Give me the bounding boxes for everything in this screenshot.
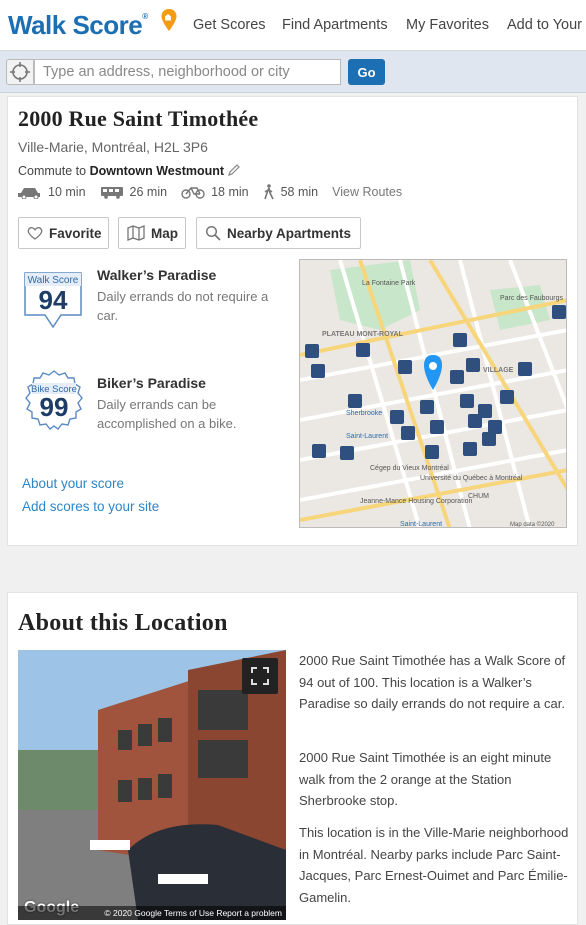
bus-time: 26 min xyxy=(129,185,168,199)
logo-registered: ® xyxy=(142,12,148,21)
map-label-saint-laurent: Saint-Laurent xyxy=(346,433,388,440)
map-canvas[interactable]: La Fontaine Park PLATEAU MONT-ROYAL Parc… xyxy=(300,260,567,528)
crosshair-icon xyxy=(10,62,30,82)
location-pin-icon xyxy=(161,9,177,31)
bike-score-value: 99 xyxy=(40,392,69,422)
about-heading: About this Location xyxy=(18,610,228,636)
commute-modes: 10 min 26 min 18 min 58 min View Routes xyxy=(18,184,402,200)
map-label: Map xyxy=(151,225,178,241)
mode-car[interactable]: 10 min xyxy=(18,185,86,199)
nav-add-to-your-site[interactable]: Add to Your S xyxy=(507,17,586,33)
add-scores-link[interactable]: Add scores to your site xyxy=(22,499,159,514)
nav-get-scores[interactable]: Get Scores xyxy=(193,17,266,33)
map-label-uqam: Université du Québec à Montréal xyxy=(420,475,523,482)
score-card: 2000 Rue Saint Timothée Ville-Marie, Mon… xyxy=(7,96,578,546)
bike-score-description: Daily errands can be accomplished on a b… xyxy=(97,397,237,431)
favorite-button[interactable]: Favorite xyxy=(18,217,109,249)
nearby-apartments-label: Nearby Apartments xyxy=(227,225,352,241)
walk-score-value: 94 xyxy=(39,285,68,315)
walk-time: 58 min xyxy=(280,185,319,199)
bike-score-badge[interactable]: Bike Score 99 xyxy=(22,369,86,435)
commute-target[interactable]: Downtown Westmount xyxy=(90,164,224,178)
map-label-plateau: PLATEAU MONT-ROYAL xyxy=(322,331,404,338)
magnifier-icon xyxy=(205,225,221,241)
heart-icon xyxy=(27,227,43,240)
car-time: 10 min xyxy=(48,185,86,199)
about-paragraph-2: 2000 Rue Saint Timothée is an eight minu… xyxy=(299,750,552,808)
go-button[interactable]: Go xyxy=(348,59,385,85)
about-paragraph-3: This location is in the Ville-Marie neig… xyxy=(299,825,569,905)
map-button[interactable]: Map xyxy=(118,217,186,249)
map-label-village: VILLAGE xyxy=(483,367,514,374)
location-address: Ville-Marie, Montréal, H2L 3P6 xyxy=(18,139,208,155)
view-routes-link[interactable]: View Routes xyxy=(332,185,402,199)
bus-icon xyxy=(100,187,123,199)
walk-score-description: Daily errands do not require a car. xyxy=(97,289,269,323)
address-search-input[interactable] xyxy=(34,59,341,85)
map-label-sherbrooke: Sherbrooke xyxy=(346,410,382,417)
section-gap xyxy=(0,546,586,592)
map-label-jeanne-mance: Jeanne-Mance Housing Corporation xyxy=(360,498,473,505)
car-icon xyxy=(18,188,40,199)
map-attribution: Map data ©2020 xyxy=(510,521,555,528)
top-navigation-bar: Walk Score® Get Scores Find Apartments M… xyxy=(0,0,586,51)
commute-line: Commute to Downtown Westmount xyxy=(18,163,241,178)
expand-icon xyxy=(251,667,269,685)
location-title: 2000 Rue Saint Timothée xyxy=(18,106,259,131)
about-your-score-link[interactable]: About your score xyxy=(22,476,124,491)
about-location-card: About this Location Google © 2020 Google… xyxy=(7,592,578,925)
street-view-footer[interactable]: © 2020 Google Terms of Use Report a prob… xyxy=(18,906,286,920)
logo-text: Walk Score xyxy=(8,10,143,40)
pencil-icon[interactable] xyxy=(227,163,241,177)
expand-street-view-button[interactable] xyxy=(242,658,278,694)
bike-score-heading: Biker’s Paradise xyxy=(97,375,206,391)
commute-prefix: Commute to xyxy=(18,164,90,178)
favorite-label: Favorite xyxy=(49,225,102,241)
map-label-saint-laurent-station: Saint-Laurent xyxy=(400,521,442,528)
location-map[interactable]: La Fontaine Park PLATEAU MONT-ROYAL Parc… xyxy=(299,259,567,528)
map-label-faubourgs: Parc des Faubourgs xyxy=(500,295,564,302)
map-label-lafontaine: La Fontaine Park xyxy=(362,280,416,287)
map-icon xyxy=(127,225,145,241)
walk-score-logo[interactable]: Walk Score® xyxy=(8,10,148,41)
nav-find-apartments[interactable]: Find Apartments xyxy=(282,17,388,33)
search-bar: Go xyxy=(0,51,586,93)
bike-time: 18 min xyxy=(211,185,249,199)
about-paragraph-1: 2000 Rue Saint Timothée has a Walk Score… xyxy=(299,653,566,711)
walk-score-heading: Walker’s Paradise xyxy=(97,267,217,283)
walk-score-badge[interactable]: Walk Score 94 xyxy=(22,269,84,333)
nav-my-favorites[interactable]: My Favorites xyxy=(406,17,489,33)
mode-bus[interactable]: 26 min xyxy=(100,185,168,199)
mode-walk[interactable]: 58 min xyxy=(263,184,319,200)
locate-me-button[interactable] xyxy=(6,59,34,85)
map-label-cegep: Cégep du Vieux Montréal xyxy=(370,465,449,472)
bike-icon xyxy=(181,187,205,199)
walk-icon xyxy=(263,184,274,200)
street-view[interactable]: Google © 2020 Google Terms of Use Report… xyxy=(18,650,286,920)
mode-bike[interactable]: 18 min xyxy=(181,185,249,199)
nearby-apartments-button[interactable]: Nearby Apartments xyxy=(196,217,361,249)
